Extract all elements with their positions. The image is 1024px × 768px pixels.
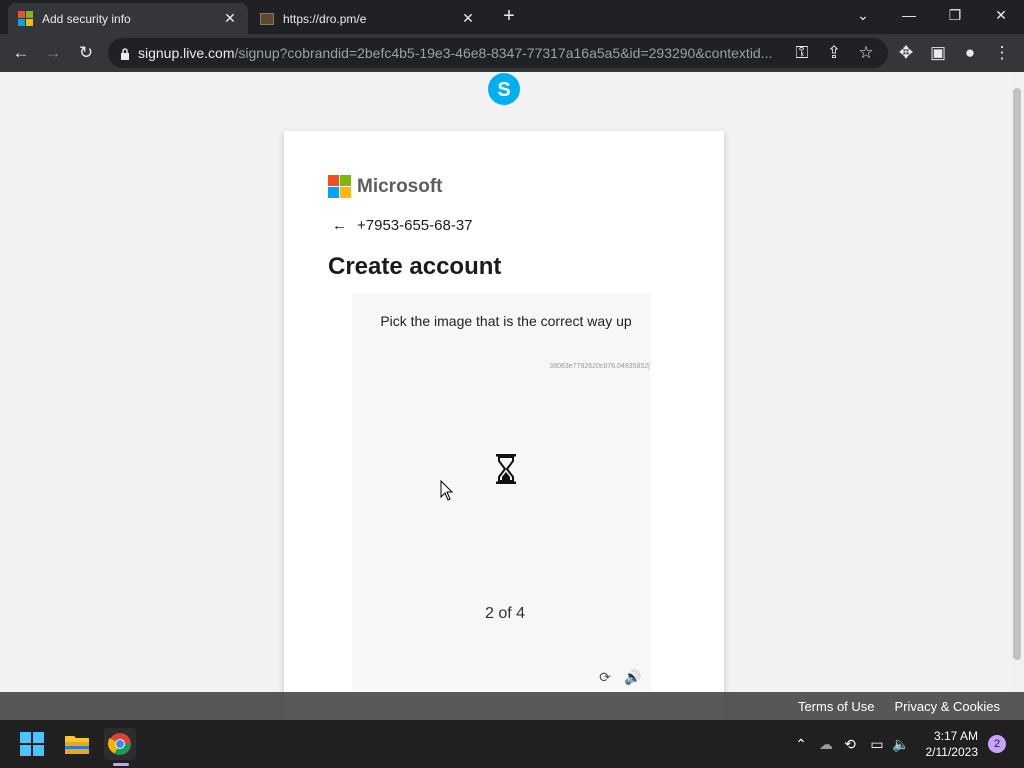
scrollbar-thumb[interactable] — [1013, 88, 1021, 660]
captcha-frame: Pick the image that is the correct way u… — [352, 293, 650, 691]
extensions-icon[interactable]: ✥ — [894, 41, 918, 65]
privacy-cookies-link[interactable]: Privacy & Cookies — [895, 699, 1000, 714]
system-clock[interactable]: 3:17 AM 2/11/2023 — [926, 728, 979, 760]
restore-button[interactable]: ❐ — [935, 4, 975, 26]
tab-search-icon[interactable]: ⌄ — [843, 4, 883, 26]
svg-text:S: S — [497, 79, 510, 101]
close-window-button[interactable]: ✕ — [981, 4, 1021, 26]
sync-icon[interactable]: ⟲ — [841, 736, 859, 753]
url-path: /signup?cobrandid=2befc4b5-19e3-46e8-834… — [234, 45, 773, 61]
address-bar[interactable]: signup.live.com/signup?cobrandid=2befc4b… — [108, 38, 888, 68]
microsoft-logo-icon — [328, 175, 351, 198]
captcha-session-id: 38063e7792620c876.04835852| — [549, 363, 650, 370]
hourglass-loading-icon — [494, 453, 518, 485]
close-tab-icon[interactable]: ✕ — [460, 10, 476, 27]
refresh-captcha-icon[interactable]: ⟳ — [596, 669, 614, 687]
reload-button[interactable]: ↻ — [74, 41, 98, 65]
share-icon[interactable]: ⇪ — [822, 41, 846, 65]
notification-badge[interactable]: 2 — [988, 735, 1006, 753]
page-icon — [260, 12, 274, 25]
file-explorer-icon[interactable] — [61, 728, 93, 760]
network-icon[interactable]: ▭ — [868, 736, 886, 753]
url-host: signup.live.com — [138, 45, 235, 61]
brand-name: Microsoft — [357, 175, 443, 197]
new-tab-button[interactable]: + — [498, 5, 520, 27]
mouse-cursor-icon — [440, 479, 454, 507]
minimize-button[interactable]: — — [889, 4, 929, 26]
microsoft-logo: Microsoft — [328, 175, 443, 198]
onedrive-icon[interactable]: ☁ — [817, 736, 835, 753]
back-arrow-icon[interactable]: ← — [332, 217, 347, 234]
chrome-taskbar-icon[interactable] — [104, 728, 136, 760]
page-viewport: S Microsoft ← +7953-655-68-37 Create acc… — [0, 72, 1024, 720]
lock-icon — [120, 47, 130, 60]
signup-card: Microsoft ← +7953-655-68-37 Create accou… — [284, 131, 724, 720]
tab-add-security-info[interactable]: Add security info ✕ — [8, 3, 248, 34]
captcha-instruction: Pick the image that is the correct way u… — [380, 313, 632, 329]
audio-captcha-icon[interactable]: 🔊 — [624, 669, 642, 687]
back-to-phone[interactable]: ← +7953-655-68-37 — [332, 217, 473, 234]
windows-taskbar: ⌃ ☁ ⟲ ▭ 🔈 3:17 AM 2/11/2023 2 — [0, 720, 1024, 768]
windows-start-icon[interactable] — [16, 728, 48, 760]
active-app-indicator — [113, 763, 129, 766]
terms-of-use-link[interactable]: Terms of Use — [798, 699, 875, 714]
captcha-progress: 2 of 4 — [484, 605, 526, 622]
phone-number: +7953-655-68-37 — [357, 217, 473, 234]
profile-icon[interactable]: ● — [958, 41, 982, 65]
tab-title: Add security info — [42, 11, 131, 26]
browser-tab-strip: Add security info ✕ https://dro.pm/e ✕ +… — [0, 0, 1024, 34]
show-hidden-icons-chevron-icon[interactable]: ⌃ — [792, 736, 810, 753]
forward-button[interactable]: → — [41, 41, 65, 65]
side-panel-icon[interactable]: ▣ — [926, 41, 950, 65]
skype-logo-icon: S — [487, 72, 521, 106]
key-icon[interactable]: ⚿ — [790, 41, 814, 65]
page-title: Create account — [328, 253, 502, 280]
close-tab-icon[interactable]: ✕ — [222, 10, 238, 27]
clock-time: 3:17 AM — [933, 729, 978, 743]
volume-icon[interactable]: 🔈 — [892, 736, 910, 753]
bookmark-star-icon[interactable]: ☆ — [854, 41, 878, 65]
page-footer: Terms of Use Privacy & Cookies — [0, 692, 1024, 720]
back-button[interactable]: ← — [9, 41, 33, 65]
microsoft-logo-icon — [18, 11, 33, 26]
browser-toolbar: ← → ↻ signup.live.com/signup?cobrandid=2… — [0, 34, 1024, 72]
tab-dro-pm[interactable]: https://dro.pm/e ✕ — [250, 3, 486, 34]
menu-kebab-icon[interactable]: ⋮ — [990, 41, 1014, 65]
clock-date: 2/11/2023 — [925, 745, 979, 759]
tab-title: https://dro.pm/e — [283, 11, 367, 26]
